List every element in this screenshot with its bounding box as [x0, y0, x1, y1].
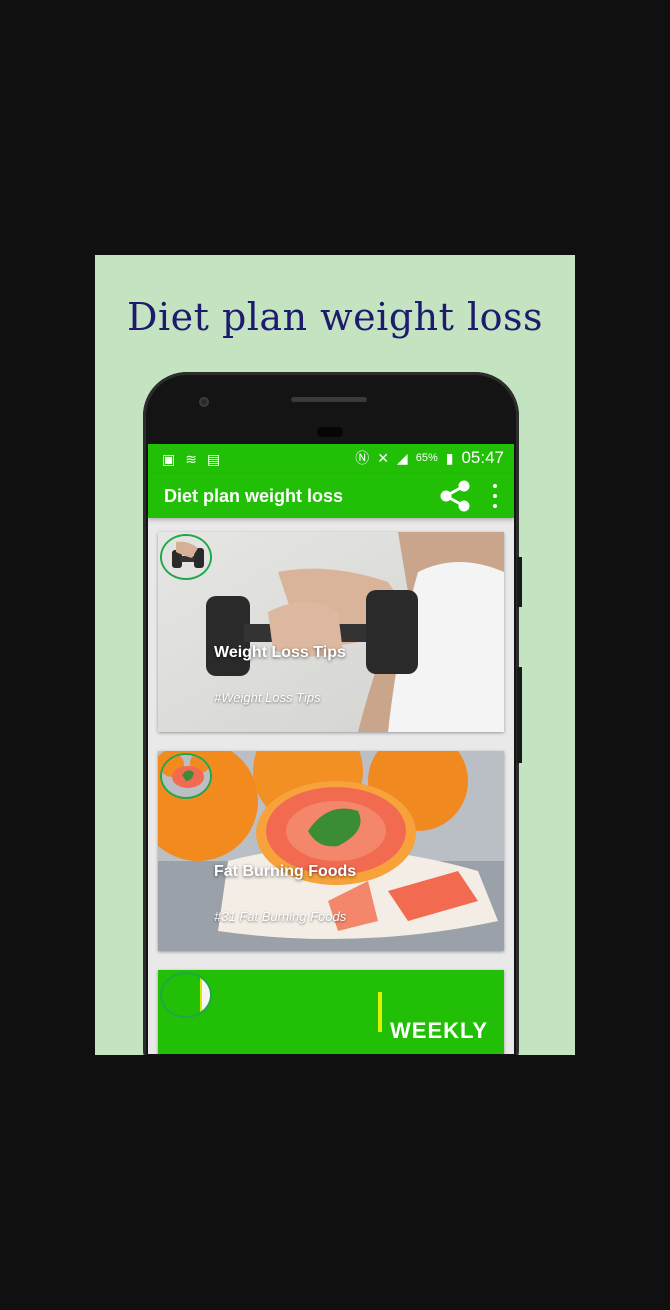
promo-title: Diet plan weight loss	[127, 295, 543, 339]
wifi-notification-icon: ≋	[185, 451, 197, 467]
app-screen: ▣ ≋ ▤ Ⓝ ✕ ◢ 65% ▮ 05:47 Diet plan weight…	[148, 444, 514, 1054]
phone-frame: ▣ ≋ ▤ Ⓝ ✕ ◢ 65% ▮ 05:47 Diet plan weight…	[143, 372, 522, 1055]
power-button	[517, 557, 522, 607]
battery-icon: ▮	[445, 450, 454, 466]
share-icon[interactable]	[438, 480, 472, 512]
app-title: Diet plan weight loss	[164, 486, 344, 506]
banner-divider	[378, 992, 382, 1032]
card-title: Weight Loss Tips	[214, 644, 346, 661]
category-thumbnail	[160, 972, 212, 1018]
category-thumbnail	[160, 534, 212, 580]
app-bar: Diet plan weight loss	[148, 474, 514, 518]
category-card-fat-burning-foods[interactable]: Fat Burning Foods #31 Fat Burning Foods	[158, 751, 504, 951]
sim-notification-icon: ▤	[206, 451, 221, 467]
navigation-bar	[143, 1054, 519, 1055]
card-tag: #31 Fat Burning Foods	[214, 909, 347, 924]
earpiece-speaker	[291, 397, 367, 402]
battery-percent: 65%	[415, 452, 438, 464]
signal-icon: ◢	[396, 450, 408, 466]
volume-button	[517, 667, 522, 763]
category-list: Weight Loss Tips #Weight Loss Tips Fat B…	[148, 518, 514, 1054]
card-tag: #Weight Loss Tips	[214, 690, 321, 705]
card-title: Fat Burning Foods	[214, 863, 357, 880]
mute-icon: ✕	[377, 450, 389, 466]
promo-banner: Diet plan weight loss ▣ ≋ ▤ Ⓝ ✕ ◢ 65% ▮ …	[95, 255, 575, 1055]
category-thumbnail	[160, 753, 212, 799]
image-notification-icon: ▣	[162, 451, 176, 467]
proximity-sensor	[317, 427, 343, 437]
clock: 05:47	[461, 448, 504, 467]
status-bar: ▣ ≋ ▤ Ⓝ ✕ ◢ 65% ▮ 05:47	[148, 444, 514, 474]
nfc-icon: Ⓝ	[355, 450, 370, 466]
overflow-menu-icon[interactable]	[492, 484, 498, 508]
category-card-weight-loss-tips[interactable]: Weight Loss Tips #Weight Loss Tips	[158, 532, 504, 732]
front-camera	[199, 397, 209, 407]
category-card-weekly[interactable]: WEEKLY	[158, 970, 504, 1054]
card-banner-text: WEEKLY	[390, 1018, 489, 1043]
